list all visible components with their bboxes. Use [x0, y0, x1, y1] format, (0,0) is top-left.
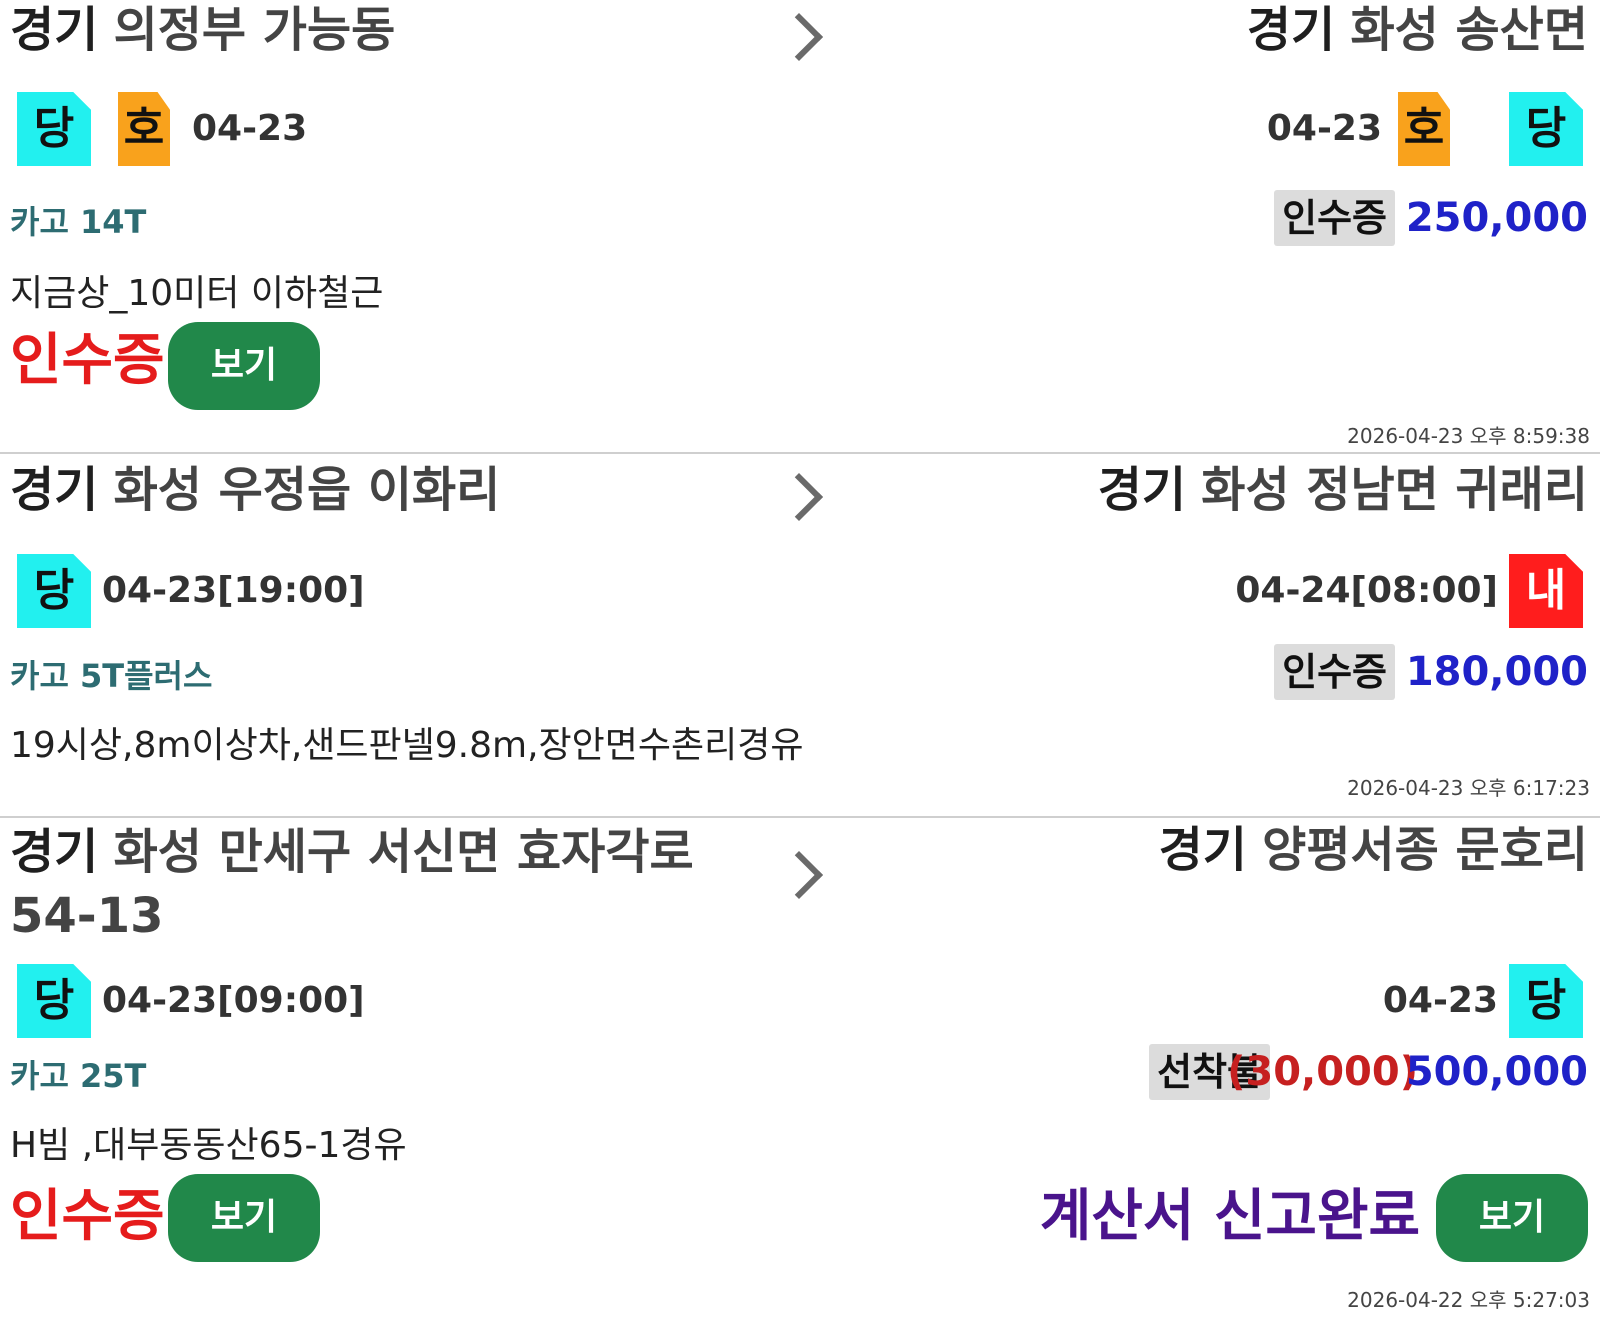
order-timestamp: 2026-04-22 오후 5:27:03: [1347, 1288, 1590, 1312]
order-memo: 지금상_10미터 이하철근: [10, 273, 384, 314]
receipt-label: 인수증: [10, 328, 165, 393]
payment-type-badge: 인수증: [1274, 190, 1395, 246]
destination-region: 경기: [1246, 2, 1336, 58]
destination-location: 경기 화성 송산면: [1247, 0, 1588, 60]
destination-address: 화성 송산면: [1350, 2, 1588, 58]
destination-address: 화성 정남면 귀래리: [1201, 462, 1588, 518]
destination-date: 04-23: [1266, 108, 1382, 149]
prepaid-fee: (30,000): [1227, 1049, 1418, 1095]
origin-location: 경기 의정부 가능동: [10, 0, 395, 60]
origin-date: 04-23[09:00]: [102, 980, 365, 1021]
freight-amount: 500,000: [1405, 1049, 1588, 1095]
view-tax-invoice-button[interactable]: 보기: [1436, 1174, 1588, 1262]
destination-location: 경기 화성 정남면 귀래리: [1098, 460, 1588, 520]
receipt-label: 인수증: [10, 1184, 165, 1249]
order-card[interactable]: 경기 의정부 가능동 경기 화성 송산면 당 호 04-23 04-23 호 당…: [0, 0, 1600, 453]
order-card[interactable]: 경기 화성 우정읍 이화리 경기 화성 정남면 귀래리 당 04-23[19:0…: [0, 454, 1600, 817]
order-memo: H빔 ,대부동동산65-1경유: [10, 1125, 407, 1166]
vehicle-type: 카고 14T: [10, 203, 147, 241]
mixed-load-badge: 호: [118, 92, 170, 166]
destination-location: 경기 양평서종 문호리: [1159, 820, 1588, 880]
chevron-right-icon: [774, 12, 824, 62]
chevron-right-icon: [774, 850, 824, 900]
same-day-badge: 당: [1509, 92, 1583, 166]
payment-type-badge: 인수증: [1274, 644, 1395, 700]
origin-location: 경기 화성 만세구 서신면 효자각로 54-13: [10, 820, 730, 948]
origin-date: 04-23[19:00]: [102, 570, 365, 611]
freight-amount: 180,000: [1405, 649, 1588, 695]
destination-region: 경기: [1097, 462, 1187, 518]
freight-amount: 250,000: [1405, 195, 1588, 241]
same-day-badge: 당: [17, 964, 91, 1038]
origin-address: 화성 우정읍 이화리: [113, 462, 501, 518]
chevron-right-icon: [774, 472, 824, 522]
origin-region: 경기: [10, 462, 99, 518]
mixed-load-badge: 호: [1398, 92, 1450, 166]
next-day-badge: 내: [1509, 554, 1583, 628]
origin-region: 경기: [10, 824, 99, 880]
destination-date: 04-24[08:00]: [1235, 570, 1498, 611]
origin-address: 화성 만세구 서신면 효자각로 54-13: [10, 824, 694, 944]
origin-address: 의정부 가능동: [113, 2, 396, 58]
destination-address: 양평서종 문호리: [1262, 822, 1588, 878]
same-day-badge: 당: [17, 92, 91, 166]
same-day-badge: 당: [1509, 964, 1583, 1038]
order-timestamp: 2026-04-23 오후 6:17:23: [1347, 776, 1590, 800]
order-memo: 19시상,8m이상차,샌드판넬9.8m,장안면수촌리경유: [10, 725, 804, 766]
origin-date: 04-23: [192, 108, 308, 149]
vehicle-type: 카고 25T: [10, 1057, 147, 1095]
order-timestamp: 2026-04-23 오후 8:59:38: [1347, 424, 1590, 448]
order-card[interactable]: 경기 화성 만세구 서신면 효자각로 54-13 경기 양평서종 문호리 당 0…: [0, 818, 1600, 1323]
origin-location: 경기 화성 우정읍 이화리: [10, 460, 500, 520]
vehicle-type: 카고 5T플러스: [10, 657, 213, 695]
destination-date: 04-23: [1382, 980, 1498, 1021]
view-receipt-button[interactable]: 보기: [168, 1174, 320, 1262]
view-receipt-button[interactable]: 보기: [168, 322, 320, 410]
tax-invoice-status: 계산서 신고완료: [1039, 1184, 1420, 1249]
same-day-badge: 당: [17, 554, 91, 628]
origin-region: 경기: [10, 2, 99, 58]
destination-region: 경기: [1158, 822, 1247, 878]
